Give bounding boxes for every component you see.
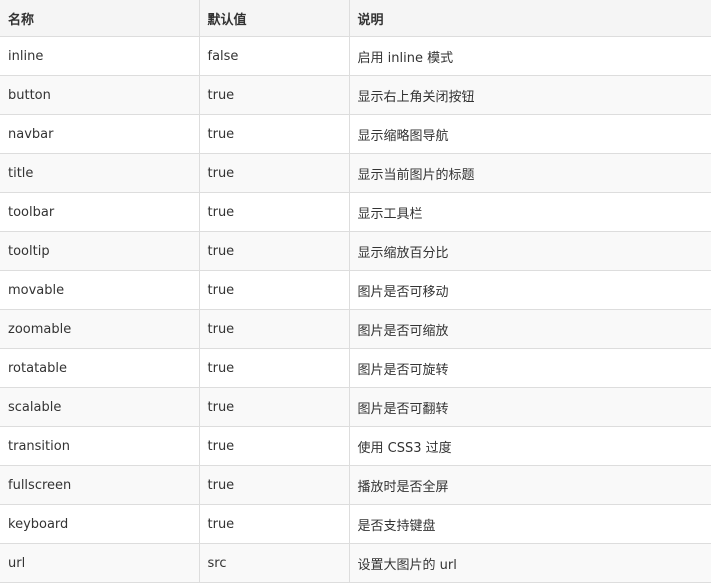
cell-description: 图片是否可翻转 — [348, 387, 711, 427]
cell-description: 显示缩略图导航 — [348, 114, 711, 154]
table-row: fullscreen true 播放时是否全屏 — [0, 465, 711, 505]
cell-option-name: fullscreen — [0, 465, 200, 505]
cell-description: 显示当前图片的标题 — [348, 153, 711, 193]
cell-default-value: true — [198, 75, 350, 115]
cell-default-value: true — [198, 192, 350, 232]
cell-description: 图片是否可移动 — [348, 270, 711, 310]
table-row: movable true 图片是否可移动 — [0, 270, 711, 310]
table-row: toolbar true 显示工具栏 — [0, 192, 711, 232]
cell-description: 是否支持键盘 — [348, 504, 711, 544]
table-row: tooltip true 显示缩放百分比 — [0, 231, 711, 271]
table-row: inline false 启用 inline 模式 — [0, 36, 711, 76]
cell-option-name: url — [0, 543, 200, 583]
table-row: navbar true 显示缩略图导航 — [0, 114, 711, 154]
cell-option-name: transition — [0, 426, 200, 466]
cell-option-name: zoomable — [0, 309, 200, 349]
cell-description: 图片是否可旋转 — [348, 348, 711, 388]
table-row: rotatable true 图片是否可旋转 — [0, 348, 711, 388]
cell-option-name: navbar — [0, 114, 200, 154]
table-row: button true 显示右上角关闭按钮 — [0, 75, 711, 115]
table-row: scalable true 图片是否可翻转 — [0, 387, 711, 427]
options-table: 名称 默认值 说明 inline false 启用 inline 模式 butt… — [0, 0, 711, 583]
cell-default-value: true — [198, 348, 350, 388]
table-row: transition true 使用 CSS3 过度 — [0, 426, 711, 466]
cell-default-value: true — [198, 231, 350, 271]
cell-description: 显示工具栏 — [348, 192, 711, 232]
header-description: 说明 — [348, 0, 711, 37]
cell-default-value: true — [198, 426, 350, 466]
cell-option-name: toolbar — [0, 192, 200, 232]
cell-default-value: true — [198, 153, 350, 193]
cell-description: 显示缩放百分比 — [348, 231, 711, 271]
table-row: title true 显示当前图片的标题 — [0, 153, 711, 193]
cell-option-name: button — [0, 75, 200, 115]
header-default: 默认值 — [198, 0, 350, 37]
header-name: 名称 — [0, 0, 200, 37]
cell-option-name: movable — [0, 270, 200, 310]
table-row: keyboard true 是否支持键盘 — [0, 504, 711, 544]
cell-description: 图片是否可缩放 — [348, 309, 711, 349]
cell-description: 播放时是否全屏 — [348, 465, 711, 505]
cell-default-value: true — [198, 504, 350, 544]
table-row: zoomable true 图片是否可缩放 — [0, 309, 711, 349]
cell-option-name: keyboard — [0, 504, 200, 544]
cell-option-name: title — [0, 153, 200, 193]
cell-default-value: true — [198, 465, 350, 505]
cell-default-value: true — [198, 309, 350, 349]
cell-default-value: true — [198, 270, 350, 310]
table-row: url src 设置大图片的 url — [0, 543, 711, 583]
cell-description: 使用 CSS3 过度 — [348, 426, 711, 466]
cell-option-name: tooltip — [0, 231, 200, 271]
cell-default-value: src — [198, 543, 350, 583]
cell-description: 设置大图片的 url — [348, 543, 711, 583]
cell-default-value: false — [198, 36, 350, 76]
cell-default-value: true — [198, 387, 350, 427]
cell-description: 显示右上角关闭按钮 — [348, 75, 711, 115]
table-header-row: 名称 默认值 说明 — [0, 0, 711, 37]
cell-option-name: scalable — [0, 387, 200, 427]
cell-option-name: rotatable — [0, 348, 200, 388]
cell-default-value: true — [198, 114, 350, 154]
cell-option-name: inline — [0, 36, 200, 76]
cell-description: 启用 inline 模式 — [348, 36, 711, 76]
